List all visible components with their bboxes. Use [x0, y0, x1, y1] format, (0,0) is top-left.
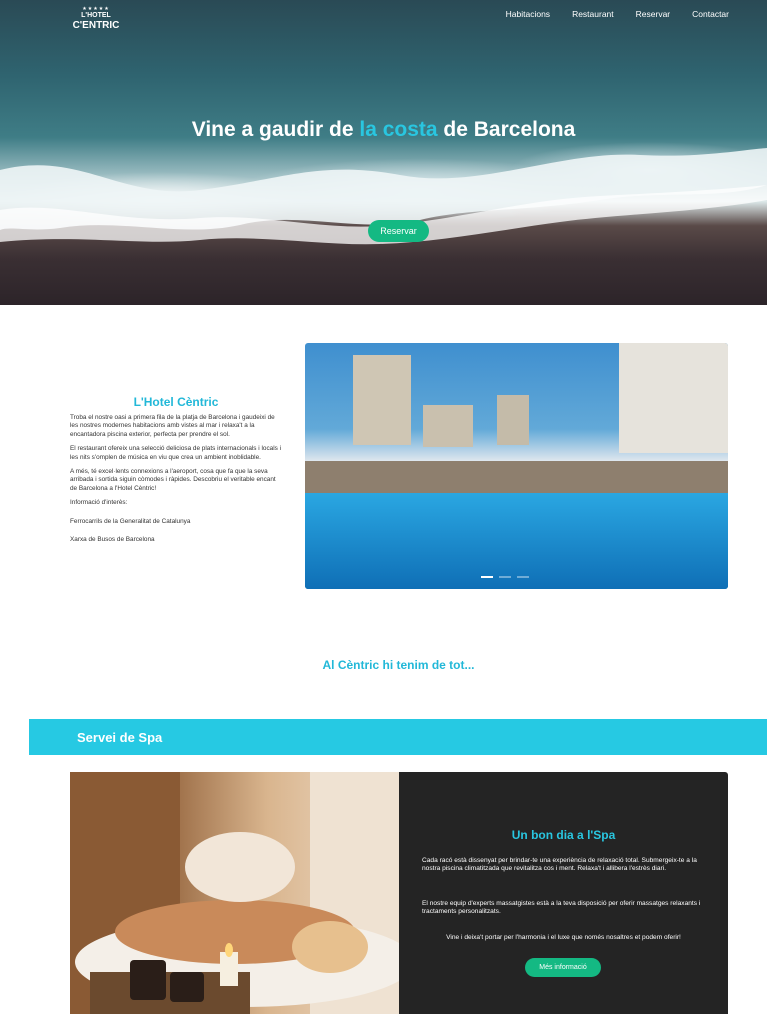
- spa-massage-image: [70, 772, 399, 1014]
- hero-reserve-button[interactable]: Reservar: [368, 220, 429, 242]
- about-paragraph: El restaurant ofereix una selecció delic…: [70, 445, 282, 461]
- spa-info-card: Un bon dia a l'Spa Cada racó està dissen…: [399, 772, 728, 1014]
- nav-contactar[interactable]: Contactar: [692, 9, 729, 19]
- hero-title-post: de Barcelona: [437, 118, 576, 141]
- carousel-dot-2[interactable]: [499, 576, 511, 578]
- hotel-logo[interactable]: ★★★★★ L'HOTEL C'ENTRIC: [68, 6, 124, 31]
- hero-title-accent: la costa: [359, 118, 438, 141]
- spa-banner: Servei de Spa: [29, 719, 767, 755]
- carousel-indicators: [481, 576, 529, 578]
- spa-more-info-button[interactable]: Més informació: [525, 958, 601, 977]
- pool-deck: [305, 461, 728, 496]
- spa-paragraph: El nostre equip d'experts massatgistes e…: [422, 900, 701, 916]
- hotel-building-image: [619, 343, 728, 453]
- about-title: L'Hotel Cèntric: [133, 394, 219, 409]
- building-image: [497, 395, 529, 445]
- nav-habitacions[interactable]: Habitacions: [506, 9, 550, 19]
- about-paragraph: A més, té excel·lents connexions a l'aer…: [70, 468, 276, 492]
- info-link-fgc[interactable]: Ferrocarrils de la Generalitat de Catalu…: [70, 518, 284, 526]
- info-link-buses[interactable]: Xarxa de Busos de Barcelona: [70, 536, 284, 544]
- logo-line1: L'HOTEL: [81, 12, 111, 19]
- logo-line2: C'ENTRIC: [72, 20, 120, 31]
- spa-paragraph: Vine i deixa't portar per l'harmonia i e…: [446, 934, 681, 941]
- hero-section: ★★★★★ L'HOTEL C'ENTRIC Habitacions Resta…: [0, 0, 767, 305]
- carousel-dot-1[interactable]: [481, 576, 493, 578]
- info-label: Informació d'interès:: [70, 499, 128, 507]
- tagline: Al Cèntric hi tenim de tot...: [322, 658, 475, 672]
- nav-reservar[interactable]: Reservar: [636, 9, 670, 19]
- main-nav: Habitacions Restaurant Reservar Contacta…: [484, 9, 729, 19]
- hero-title-pre: Vine a gaudir de: [191, 118, 360, 141]
- pool-water: [305, 493, 728, 589]
- hotel-pool-carousel[interactable]: [305, 343, 728, 589]
- building-image: [353, 355, 411, 445]
- nav-restaurant[interactable]: Restaurant: [572, 9, 614, 19]
- spa-banner-title: Servei de Spa: [77, 730, 163, 745]
- carousel-dot-3[interactable]: [517, 576, 529, 578]
- about-paragraph: Troba el nostre oasi a primera fila de l…: [70, 414, 275, 438]
- massage-illustration: [70, 772, 399, 1014]
- building-image: [423, 405, 473, 447]
- spa-card-title: Un bon dia a l'Spa: [511, 828, 616, 842]
- hero-title: Vine a gaudir de la costa de Barcelona: [0, 118, 767, 142]
- about-text: Troba el nostre oasi a primera fila de l…: [70, 414, 284, 550]
- spa-paragraph: Cada racó està dissenyat per brindar-te …: [422, 857, 697, 873]
